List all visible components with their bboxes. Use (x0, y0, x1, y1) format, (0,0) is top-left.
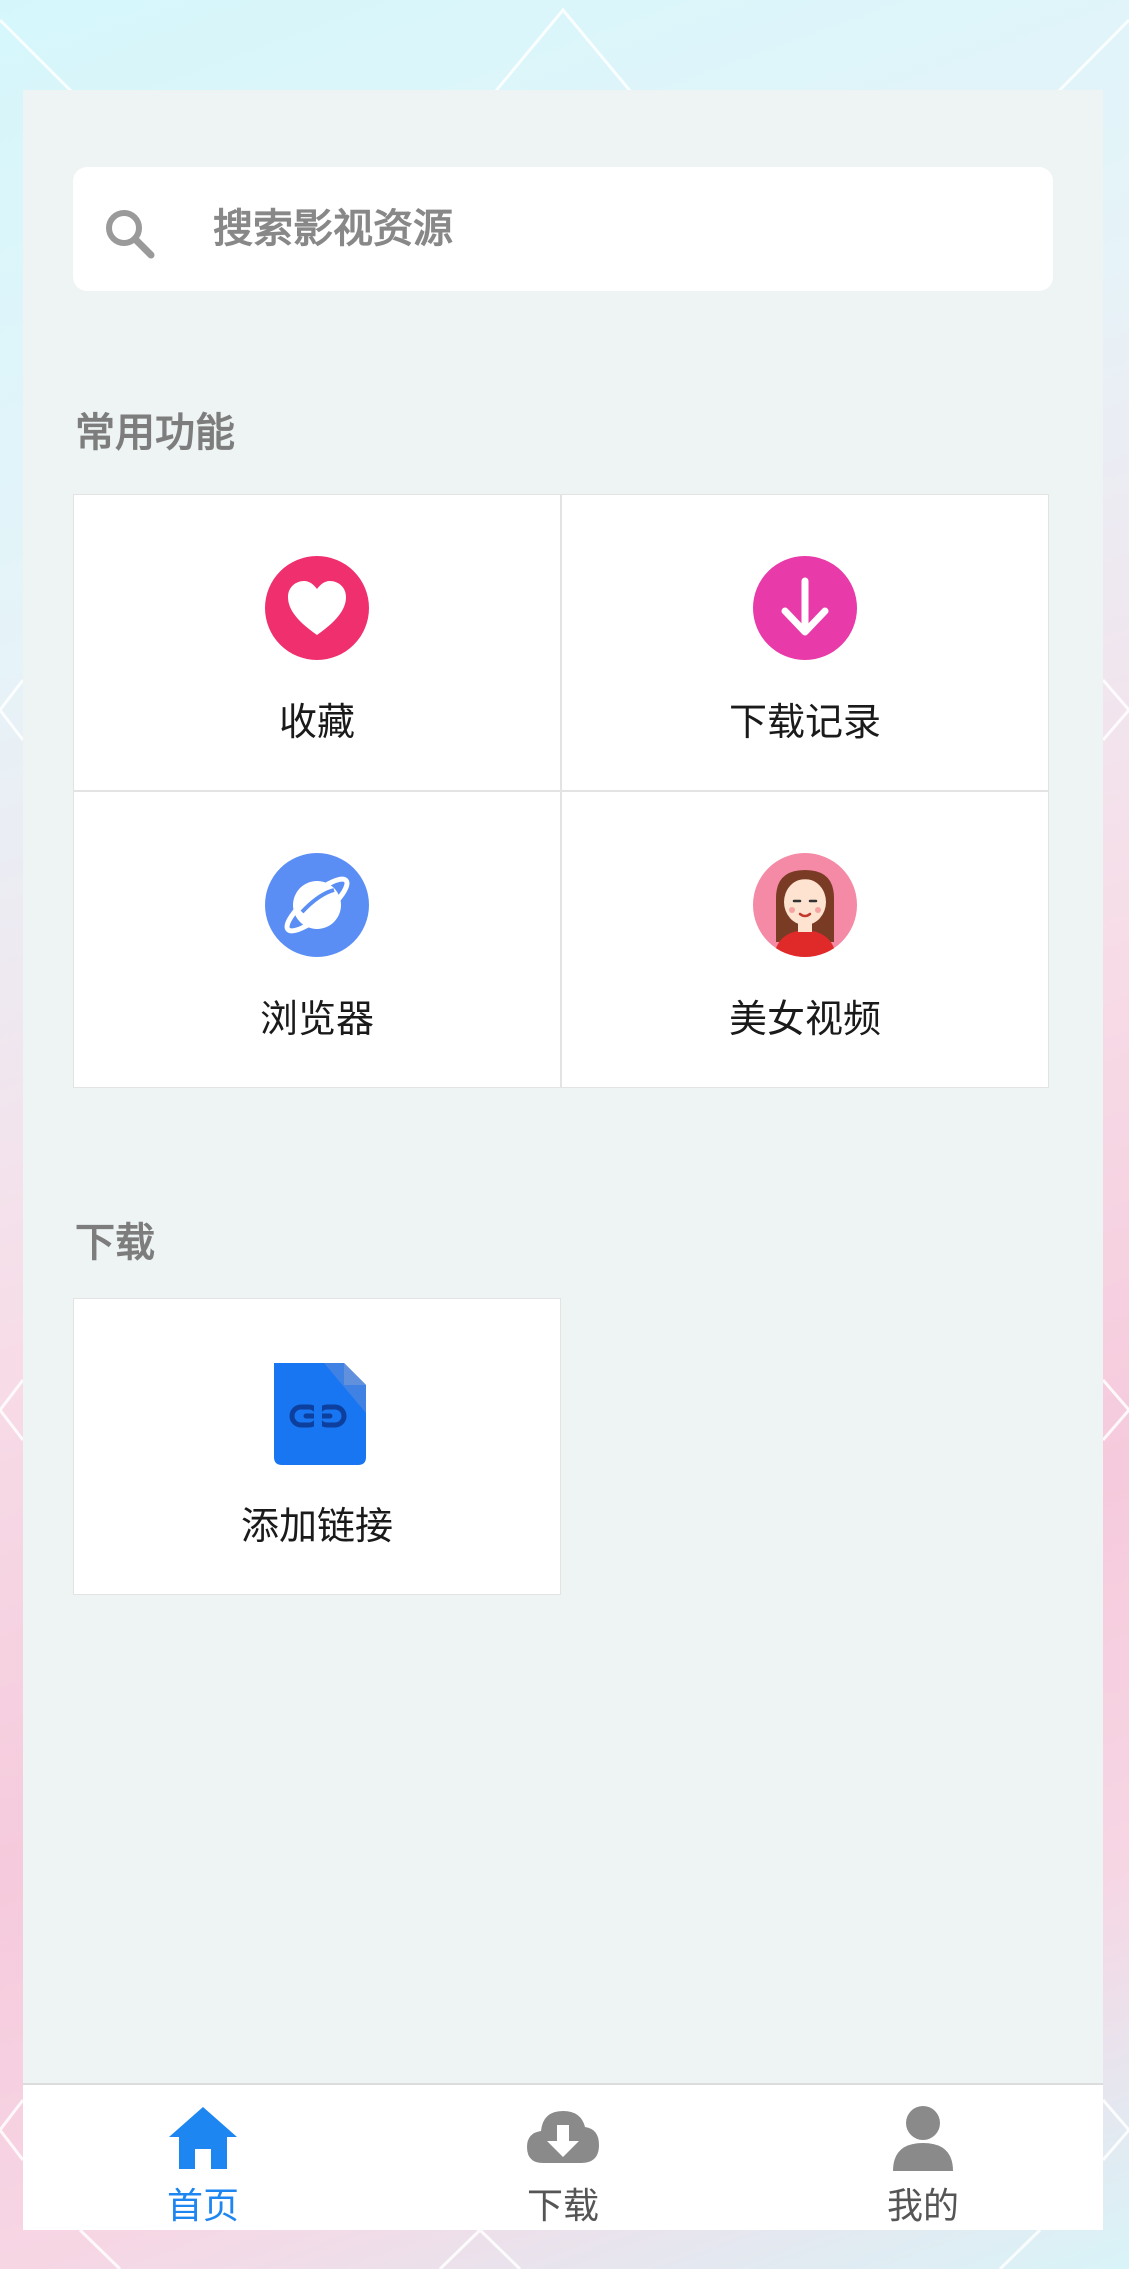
section-title-download: 下载 (75, 1220, 155, 1266)
add-link-button[interactable]: 添加链接 (73, 1298, 561, 1595)
download-history-button[interactable]: 下载记录 (561, 494, 1049, 791)
tab-home[interactable]: 首页 (103, 2085, 303, 2230)
tab-mine-label: 我的 (886, 2186, 959, 2227)
search-bar[interactable] (73, 167, 1053, 291)
tab-home-label: 首页 (166, 2186, 239, 2227)
search-input[interactable] (213, 167, 1033, 291)
app-screen: 常用功能 收藏 下载记录 浏览器 (23, 90, 1103, 2230)
download-arrow-icon (753, 556, 857, 660)
section-title-common: 常用功能 (75, 410, 235, 456)
favorites-label: 收藏 (278, 700, 355, 744)
browser-label: 浏览器 (259, 997, 374, 1041)
tab-download[interactable]: 下载 (463, 2085, 663, 2230)
tab-mine[interactable]: 我的 (823, 2085, 1023, 2230)
girl-avatar-icon (753, 853, 857, 957)
beauty-videos-label: 美女视频 (728, 997, 881, 1041)
browser-planet-icon (265, 853, 369, 957)
favorites-button[interactable]: 收藏 (73, 494, 561, 791)
heart-icon (265, 556, 369, 660)
browser-button[interactable]: 浏览器 (73, 791, 561, 1088)
user-icon (893, 2106, 953, 2171)
link-file-icon (274, 1363, 366, 1465)
bottom-tab-bar: 首页 下载 我的 (23, 2083, 1103, 2230)
download-history-label: 下载记录 (728, 700, 881, 744)
home-icon (169, 2107, 237, 2169)
add-link-label: 添加链接 (240, 1504, 393, 1548)
beauty-videos-button[interactable]: 美女视频 (561, 791, 1049, 1088)
cloud-download-icon (527, 2111, 599, 2163)
search-icon (106, 210, 155, 259)
tab-download-label: 下载 (526, 2186, 599, 2227)
